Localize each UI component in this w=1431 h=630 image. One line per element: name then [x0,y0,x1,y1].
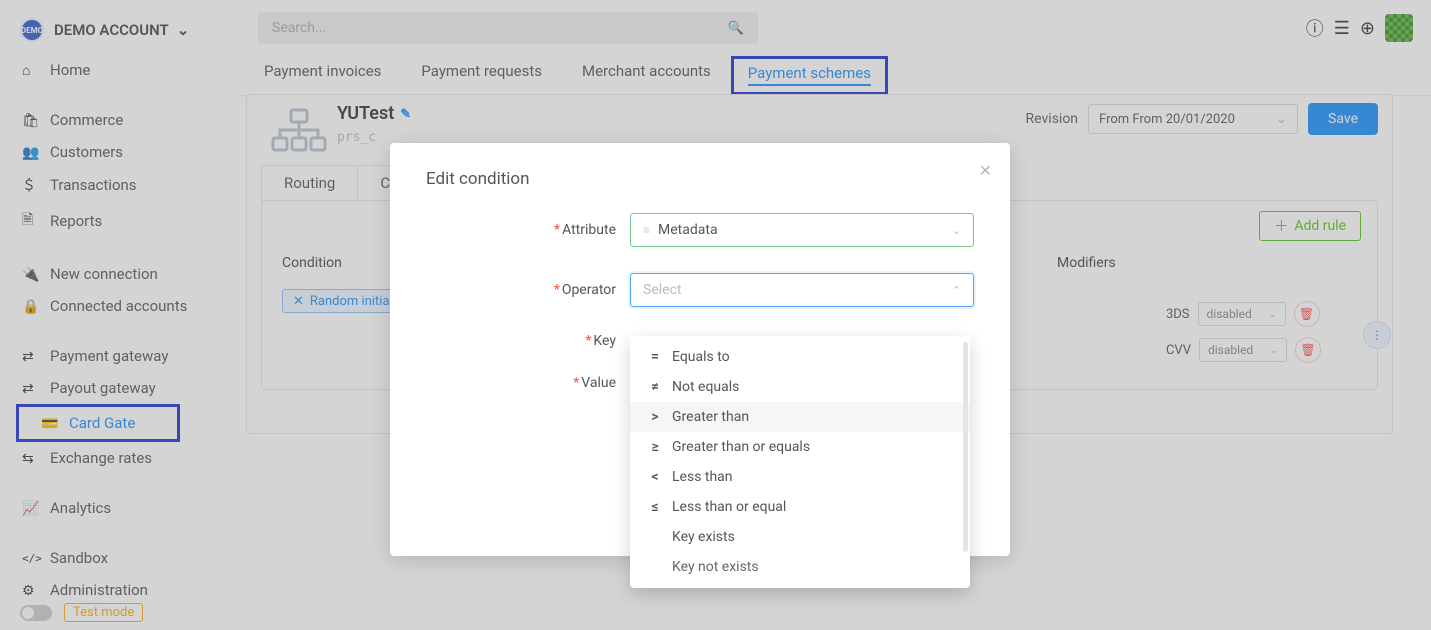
attribute-label: Attribute [562,222,616,238]
option-label: Key exists [672,529,735,545]
greater-icon: > [648,409,662,425]
attribute-value: Metadata [658,222,718,238]
option-label: Greater than or equals [672,439,810,455]
option-label: Not equals [672,379,739,395]
dropdown-scrollbar[interactable] [963,342,968,552]
option-label: Equals to [672,349,730,365]
modal-title: Edit condition [426,169,974,189]
option-key-exists[interactable]: Key exists [630,522,970,552]
greater-equal-icon: ≥ [648,439,662,455]
less-equal-icon: ≤ [648,499,662,515]
chevron-up-icon: ⌃ [952,284,961,297]
operator-placeholder: Select [643,282,681,298]
equals-icon: = [648,349,662,365]
not-equals-icon: ≠ [648,379,662,395]
list-icon: ≡ [643,223,650,237]
option-not-equals[interactable]: ≠ Not equals [630,372,970,402]
close-icon[interactable]: ✕ [979,161,992,181]
option-label: Less than [672,469,733,485]
value-label: Value [581,375,616,391]
option-key-not-exists[interactable]: Key not exists [630,552,970,582]
operator-select[interactable]: Select ⌃ [630,273,974,307]
chevron-down-icon: ⌄ [952,224,961,237]
key-label: Key [593,333,616,349]
option-greater-than[interactable]: > Greater than [630,402,970,432]
operator-label: Operator [562,282,616,298]
option-less-equal[interactable]: ≤ Less than or equal [630,492,970,522]
option-label: Greater than [672,409,749,425]
option-greater-equal[interactable]: ≥ Greater than or equals [630,432,970,462]
attribute-select[interactable]: ≡ Metadata ⌄ [630,213,974,247]
option-label: Less than or equal [672,499,786,515]
option-less-than[interactable]: < Less than [630,462,970,492]
option-equals[interactable]: = Equals to [630,342,970,372]
less-icon: < [648,469,662,485]
operator-dropdown: = Equals to ≠ Not equals > Greater than … [630,336,970,588]
option-label: Key not exists [672,559,759,575]
